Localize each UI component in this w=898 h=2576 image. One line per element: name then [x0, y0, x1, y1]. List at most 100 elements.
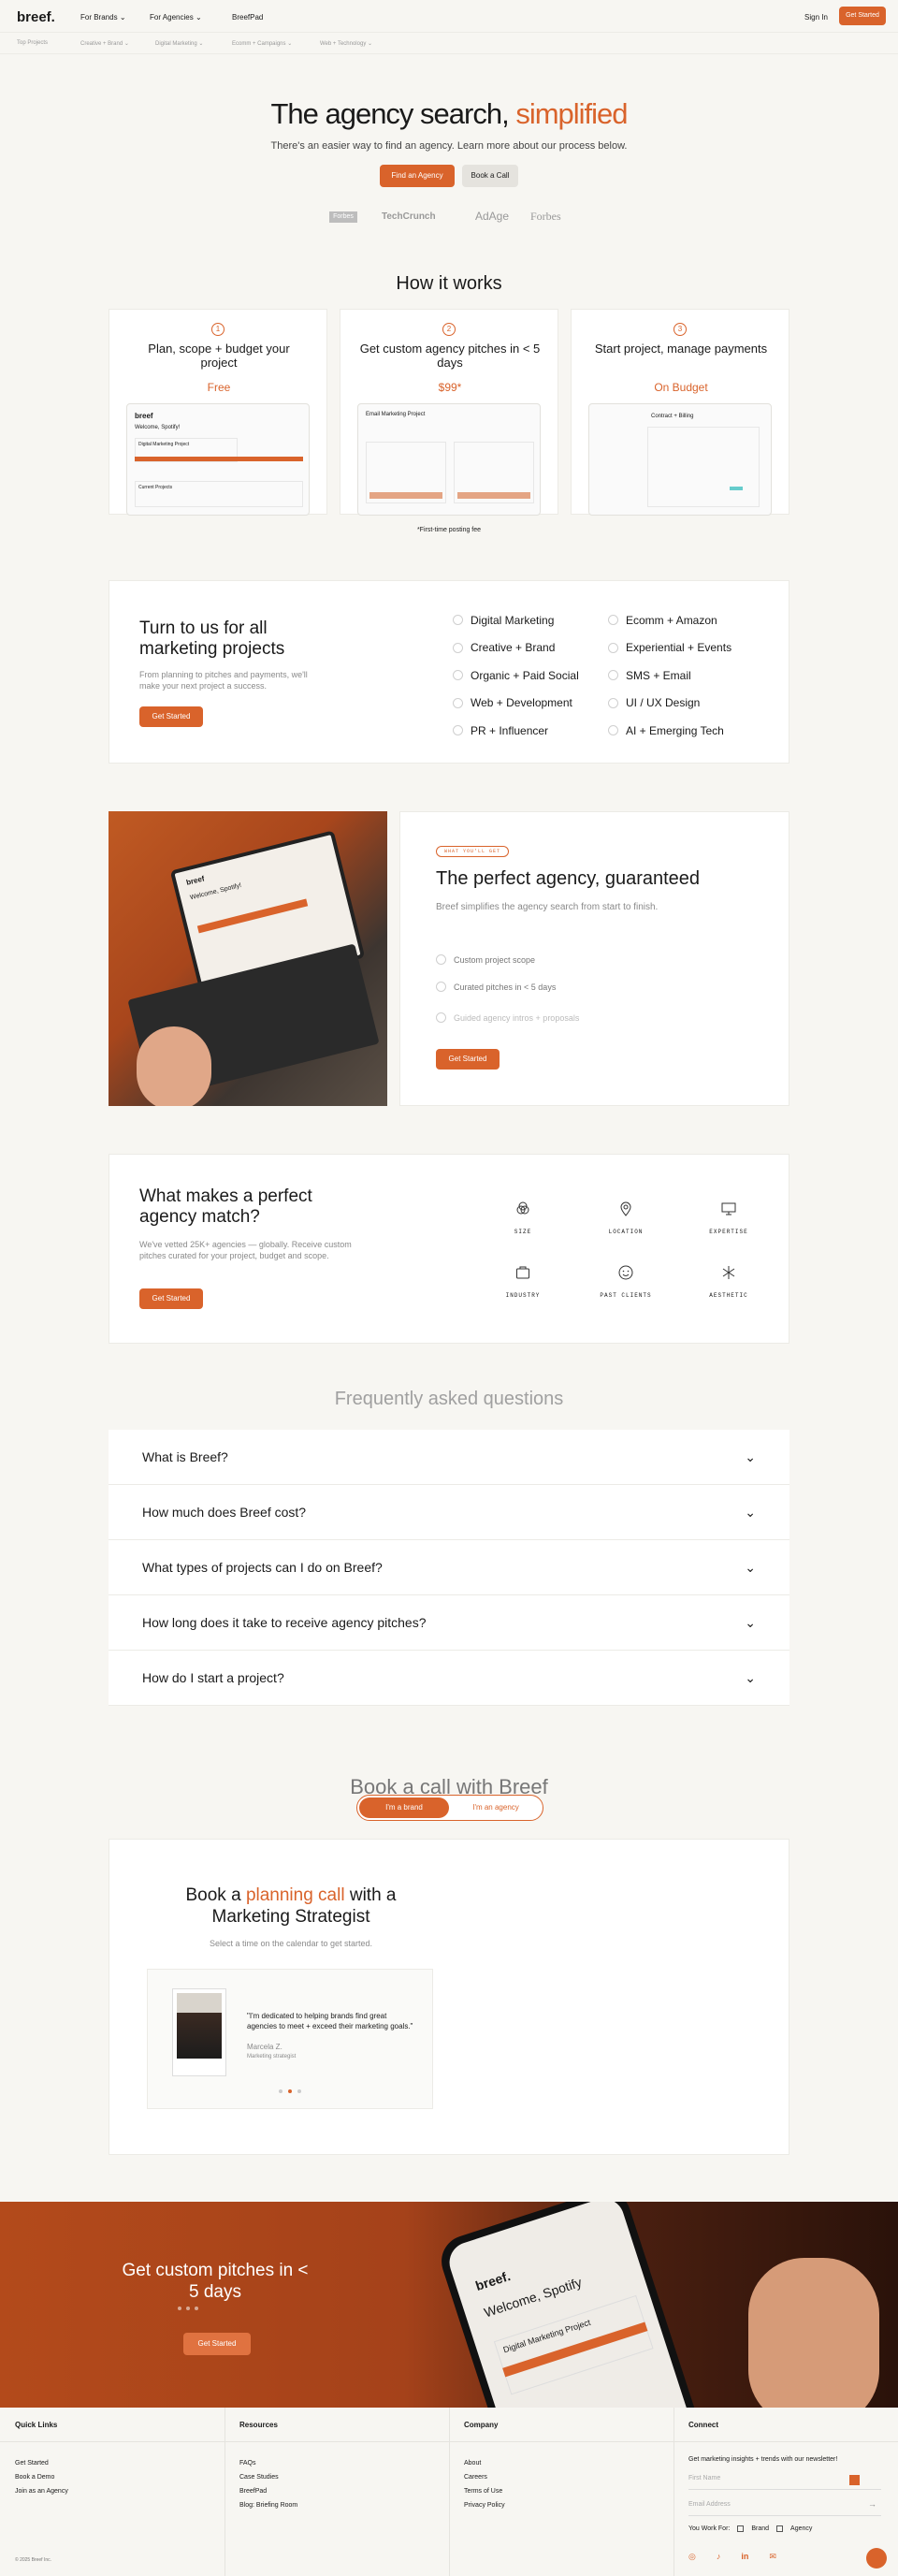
project-type[interactable]: Organic + Paid Social — [453, 662, 579, 690]
instagram-icon[interactable]: ◎ — [688, 2552, 696, 2562]
step-screenshot: breef Welcome, Spotify! Digital Marketin… — [126, 403, 310, 516]
audience-toggle: I'm a brand I'm an agency — [356, 1795, 543, 1821]
find-agency-button[interactable]: Find an Agency — [380, 165, 455, 187]
linkedin-icon[interactable]: in — [741, 2552, 748, 2562]
footer-link[interactable]: Privacy Policy — [464, 2498, 505, 2512]
mock-bar — [457, 492, 530, 499]
phone: breef. Welcome, Spotify Digital Marketin… — [434, 2202, 709, 2408]
chevron-down-icon: ⌄ — [745, 1669, 756, 1685]
faq-item[interactable]: How long does it take to receive agency … — [109, 1595, 789, 1651]
chat-icon[interactable] — [866, 2548, 887, 2569]
faq-item[interactable]: What types of projects can I do on Breef… — [109, 1540, 789, 1595]
toggle-agency[interactable]: I'm an agency — [451, 1797, 541, 1818]
step-number: 3 — [674, 323, 687, 336]
strategist-photo — [172, 1988, 226, 2076]
cta-title: Get custom pitches in < 5 days — [122, 2261, 309, 2302]
mock-table — [647, 427, 760, 507]
phone-screen: breef. Welcome, Spotify Digital Marketin… — [443, 2202, 700, 2408]
match-get-started-button[interactable]: Get Started — [139, 1288, 203, 1309]
press-logo-techcrunch: TechCrunch — [382, 211, 436, 222]
footer-link[interactable]: Blog: Briefing Room — [239, 2498, 297, 2512]
circle-icon — [608, 615, 618, 626]
guarantee-title: The perfect agency, guaranteed — [436, 868, 701, 889]
cta-get-started-button[interactable]: Get Started — [183, 2333, 251, 2355]
footer-link[interactable]: About — [464, 2456, 505, 2470]
project-type[interactable]: Web + Development — [453, 690, 579, 718]
copyright: © 2025 Breef Inc. — [15, 2557, 51, 2563]
nav-breefpad[interactable]: BreefPad — [232, 13, 263, 22]
arrow-right-icon[interactable]: → — [868, 2499, 876, 2509]
toggle-brand[interactable]: I'm a brand — [359, 1797, 449, 1818]
subnav-top-projects[interactable]: Top Projects — [17, 40, 48, 46]
nav-for-agencies[interactable]: For Agencies ⌄ — [150, 13, 202, 22]
footer-link[interactable]: Get Started — [15, 2456, 68, 2470]
step-title: Get custom agency pitches in < 5 days — [359, 342, 541, 370]
chevron-down-icon: ⌄ — [745, 1614, 756, 1630]
criteria-industry: INDUSTRY — [495, 1265, 551, 1299]
faq-item[interactable]: What is Breef? ⌄ — [109, 1430, 789, 1485]
get-started-button[interactable]: Get Started — [839, 7, 886, 25]
project-type[interactable]: SMS + Email — [608, 662, 731, 690]
agency-checkbox[interactable] — [776, 2525, 784, 2532]
footer-link[interactable]: Case Studies — [239, 2470, 297, 2484]
step-screenshot: Contract + Billing — [588, 403, 772, 516]
faq-item[interactable]: How do I start a project? ⌄ — [109, 1651, 789, 1706]
footer-link[interactable]: FAQs — [239, 2456, 297, 2470]
email-input[interactable]: Email Address — [688, 2501, 881, 2516]
footer-link[interactable]: Join as an Agency — [15, 2484, 68, 2498]
logo[interactable]: breef. — [17, 9, 55, 25]
circle-icon — [608, 670, 618, 681]
cta-dots — [178, 2307, 198, 2310]
footer-res-list: FAQs Case Studies BreefPad Blog: Briefin… — [239, 2456, 297, 2512]
brand-checkbox[interactable] — [737, 2525, 745, 2532]
mock-title: Email Marketing Project — [366, 412, 426, 417]
hero-subtitle: There's an easier way to find an agency.… — [270, 140, 628, 152]
project-type[interactable]: Digital Marketing — [453, 606, 579, 634]
portrait — [177, 1993, 222, 2059]
book-call-button[interactable]: Book a Call — [462, 165, 518, 187]
circle-icon — [453, 615, 463, 626]
circle-icon — [453, 725, 463, 736]
tiktok-icon[interactable]: ♪ — [717, 2552, 721, 2562]
project-type[interactable]: Creative + Brand — [453, 634, 579, 662]
nav-for-brands[interactable]: For Brands ⌄ — [80, 13, 126, 22]
project-type[interactable]: UI / UX Design — [608, 690, 731, 718]
footer-link[interactable]: BreefPad — [239, 2484, 297, 2498]
strategist-card: "I'm dedicated to helping brands find gr… — [147, 1969, 433, 2109]
footer-link[interactable]: Careers — [464, 2470, 505, 2484]
newsletter-desc: Get marketing insights + trends with our… — [688, 2456, 838, 2463]
subnav-ecomm[interactable]: Ecomm + Campaigns ⌄ — [232, 40, 292, 47]
book-card-sub: Select a time on the calendar to get sta… — [209, 1939, 373, 1948]
criteria-label: EXPERTISE — [709, 1229, 748, 1235]
sub-nav: Top Projects Creative + Brand ⌄ Digital … — [0, 34, 898, 54]
project-type[interactable]: Experiential + Events — [608, 634, 731, 662]
projects-desc: From planning to pitches and payments, w… — [139, 670, 308, 691]
social-icons: ◎ ♪ in ✉ — [688, 2552, 776, 2562]
guarantee-get-started-button[interactable]: Get Started — [436, 1049, 500, 1070]
projects-get-started-button[interactable]: Get Started — [139, 706, 203, 727]
sign-in-link[interactable]: Sign In — [804, 13, 828, 22]
circle-icon — [453, 670, 463, 681]
footer-link[interactable]: Terms of Use — [464, 2484, 505, 2498]
project-type[interactable]: PR + Influencer — [453, 717, 579, 745]
faq-item[interactable]: How much does Breef cost? ⌄ — [109, 1485, 789, 1540]
footer-connect-title: Connect — [688, 2421, 718, 2429]
guarantee-badge: WHAT YOU'LL GET — [436, 846, 510, 857]
agency-label: Agency — [790, 2525, 813, 2532]
subnav-digital[interactable]: Digital Marketing ⌄ — [155, 40, 203, 47]
projects-col-1: Digital Marketing Creative + Brand Organ… — [453, 606, 579, 745]
carousel-dots[interactable] — [279, 2089, 301, 2093]
project-type[interactable]: AI + Emerging Tech — [608, 717, 731, 745]
press-logo-forbes: Forbes — [530, 210, 561, 223]
subnav-web[interactable]: Web + Technology ⌄ — [320, 40, 372, 47]
footer-link[interactable]: Book a Demo — [15, 2470, 68, 2484]
project-type[interactable]: Ecomm + Amazon — [608, 606, 731, 634]
step-price: Free — [207, 381, 231, 394]
submit-icon[interactable] — [849, 2475, 860, 2485]
subnav-creative[interactable]: Creative + Brand ⌄ — [80, 40, 129, 47]
guarantee-card: WHAT YOU'LL GET The perfect agency, guar… — [399, 811, 789, 1106]
footer-quick-title: Quick Links — [15, 2421, 58, 2429]
mail-icon[interactable]: ✉ — [769, 2552, 776, 2562]
press-logo-adage: AdAge — [475, 210, 510, 223]
strategist-quote: "I'm dedicated to helping brands find gr… — [247, 2012, 413, 2030]
